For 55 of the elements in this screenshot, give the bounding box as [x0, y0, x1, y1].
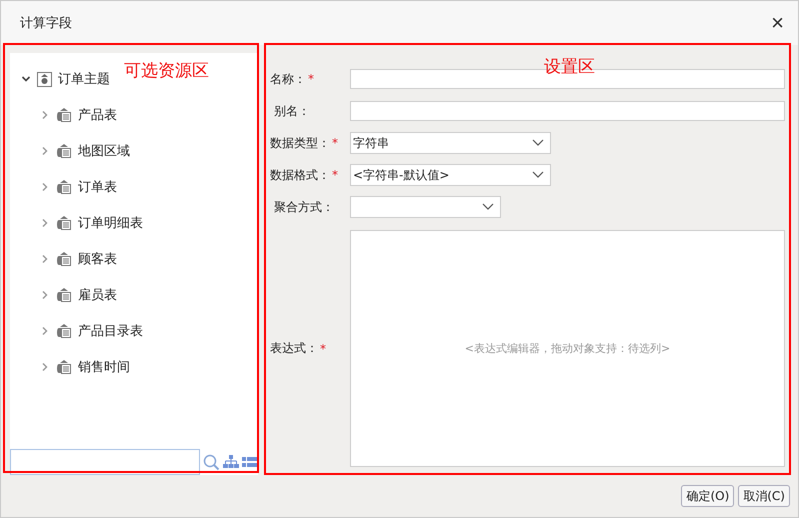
- table-icon: [56, 144, 72, 158]
- table-icon: [56, 216, 72, 230]
- expand-chevron-icon[interactable]: [40, 218, 50, 228]
- ok-button[interactable]: 确定(O): [681, 485, 734, 507]
- dropdown[interactable]: <字符串-默认值>: [350, 164, 551, 186]
- search-icon[interactable]: [203, 454, 220, 470]
- field-label: 表达式：: [270, 340, 318, 357]
- table-icon: [56, 108, 72, 122]
- tree-item[interactable]: 产品目录表: [78, 322, 143, 340]
- tree-item[interactable]: 销售时间: [78, 358, 130, 376]
- dropdown-chevron-icon: [482, 203, 494, 211]
- required-mark: *: [332, 168, 338, 182]
- table-icon: [56, 360, 72, 374]
- expand-chevron-icon[interactable]: [40, 182, 50, 192]
- field-label: 数据类型：: [270, 134, 330, 152]
- search-field[interactable]: [10, 449, 200, 475]
- required-mark: *: [308, 72, 314, 86]
- annotation-label: 设置区: [544, 56, 595, 78]
- table-icon: [56, 252, 72, 266]
- expand-chevron-icon[interactable]: [40, 110, 50, 120]
- dropdown[interactable]: [350, 196, 501, 218]
- list-icon[interactable]: [242, 457, 257, 467]
- hierarchy-icon[interactable]: [223, 455, 239, 469]
- expand-chevron-icon[interactable]: [40, 254, 50, 264]
- dropdown[interactable]: 字符串: [350, 132, 551, 154]
- tree-item[interactable]: 订单表: [78, 178, 117, 196]
- tree-item[interactable]: 雇员表: [78, 286, 117, 304]
- close-button[interactable]: ×: [771, 12, 784, 34]
- field-label: 别名：: [273, 102, 310, 120]
- annotation-label: 可选资源区: [124, 60, 209, 82]
- tree-item[interactable]: 地图区域: [78, 142, 130, 160]
- table-icon: [56, 288, 72, 302]
- expand-chevron-icon[interactable]: [40, 290, 50, 300]
- expand-chevron-icon[interactable]: [40, 146, 50, 156]
- required-mark: *: [332, 136, 338, 150]
- field-label: 聚合方式：: [273, 198, 334, 216]
- expand-chevron-icon[interactable]: [40, 362, 50, 372]
- field-label: 名称：: [270, 70, 306, 88]
- cancel-button[interactable]: 取消(C): [738, 485, 790, 507]
- expand-chevron-icon[interactable]: [40, 326, 50, 336]
- cube-icon: [37, 72, 52, 86]
- placeholder-text: <表达式编辑器，拖动对象支持：待选列>: [464, 341, 670, 356]
- collapse-chevron-icon[interactable]: [21, 74, 31, 84]
- table-icon: [56, 324, 72, 338]
- table-icon: [56, 180, 72, 194]
- window-title: 计算字段: [20, 15, 72, 32]
- text-field[interactable]: [350, 101, 785, 121]
- tree-item[interactable]: 订单明细表: [78, 214, 143, 232]
- tree-item[interactable]: 订单主题: [58, 70, 110, 88]
- tree-item[interactable]: 产品表: [78, 106, 117, 124]
- field-label: 数据格式：: [270, 166, 330, 184]
- tree-item[interactable]: 顾客表: [78, 250, 117, 268]
- dropdown-chevron-icon: [532, 139, 544, 147]
- required-mark: *: [320, 342, 326, 356]
- dropdown-chevron-icon: [532, 171, 544, 179]
